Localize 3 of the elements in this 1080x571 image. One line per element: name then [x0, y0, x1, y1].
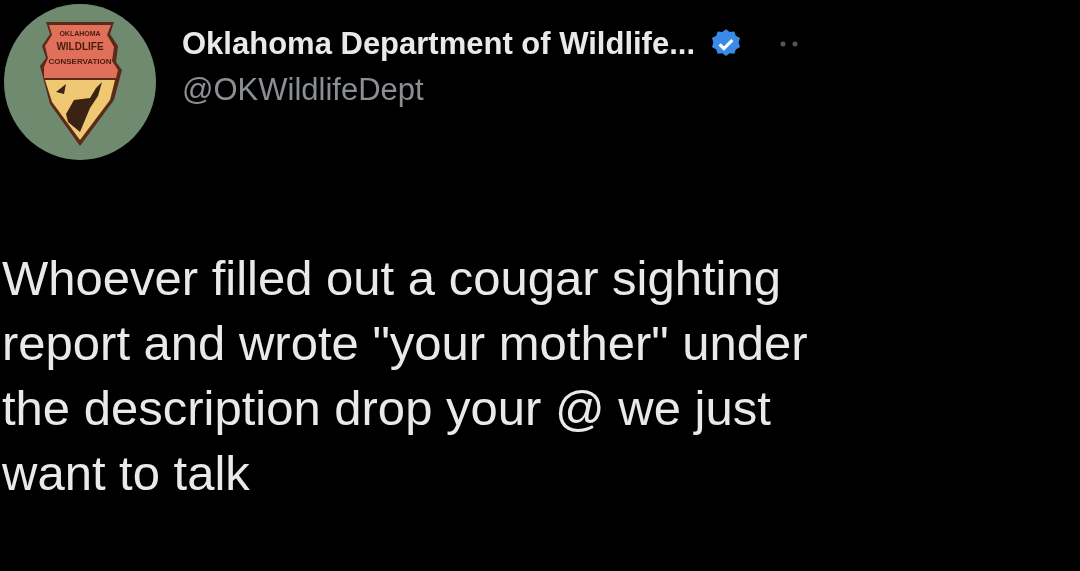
tweet-text: Whoever filled out a cougar sighting report and wrote "your mother" under the description drop your @ we just want to talk: [1, 250, 809, 502]
account-handle[interactable]: @OKWildlifeDept: [182, 72, 1080, 108]
account-name[interactable]: Oklahoma Department of Wildlife...: [182, 26, 695, 62]
